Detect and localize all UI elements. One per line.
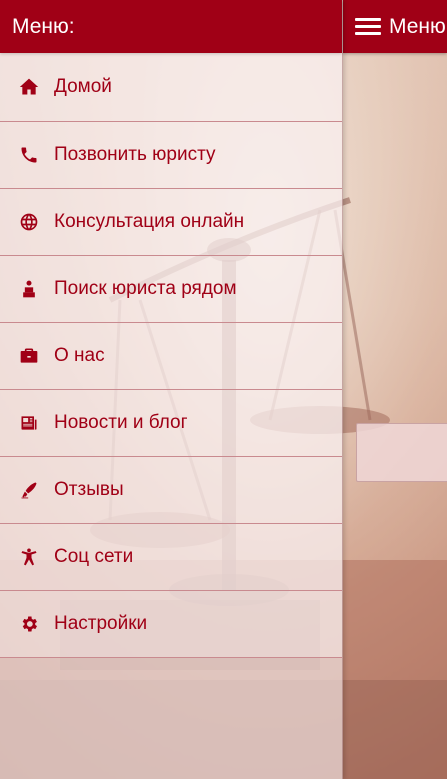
menu-item-label: Настройки — [54, 613, 148, 634]
menu-item-call-lawyer[interactable]: Позвонить юристу — [0, 122, 342, 189]
menu-header: Меню: — [0, 0, 342, 53]
menu-item-home[interactable]: Домой — [0, 53, 342, 122]
menu-list: Домой Позвонить юристу Консультация онла… — [0, 53, 342, 658]
home-icon — [18, 76, 40, 98]
menu-item-label: Позвонить юристу — [54, 144, 216, 165]
briefcase-icon — [18, 345, 40, 367]
menu-item-settings[interactable]: Настройки — [0, 591, 342, 658]
menu-title: Меню: — [12, 14, 75, 38]
menu-item-news-blog[interactable]: Новости и блог — [0, 390, 342, 457]
menu-item-about-us[interactable]: О нас — [0, 323, 342, 390]
menu-item-label: О нас — [54, 345, 105, 366]
menu-item-label: Отзывы — [54, 479, 124, 500]
phone-icon — [18, 144, 40, 166]
menu-item-label: Поиск юриста рядом — [54, 278, 237, 299]
menu-item-reviews[interactable]: Отзывы — [0, 457, 342, 524]
person-pin-icon — [18, 278, 40, 300]
gear-icon — [18, 613, 40, 635]
menu-item-label: Новости и блог — [54, 412, 188, 433]
menu-item-online-consultation[interactable]: Консультация онлайн — [0, 189, 342, 256]
hamburger-menu-icon[interactable] — [355, 17, 381, 37]
menu-item-label: Соц сети — [54, 546, 134, 567]
app-header-title: Меню — [389, 14, 446, 38]
newspaper-icon — [18, 412, 40, 434]
content-card[interactable] — [356, 423, 447, 482]
menu-item-social-networks[interactable]: Соц сети — [0, 524, 342, 591]
menu-item-label: Консультация онлайн — [54, 211, 245, 232]
pen-icon — [18, 479, 40, 501]
main-content-area — [343, 53, 447, 779]
menu-item-label: Домой — [54, 76, 112, 97]
side-menu: Меню: Домой Позвонить юристу Консультаци… — [0, 0, 343, 779]
menu-item-find-lawyer-nearby[interactable]: Поиск юриста рядом — [0, 256, 342, 323]
globe-icon — [18, 211, 40, 233]
accessibility-icon — [18, 546, 40, 568]
app-header: Меню — [343, 0, 447, 53]
